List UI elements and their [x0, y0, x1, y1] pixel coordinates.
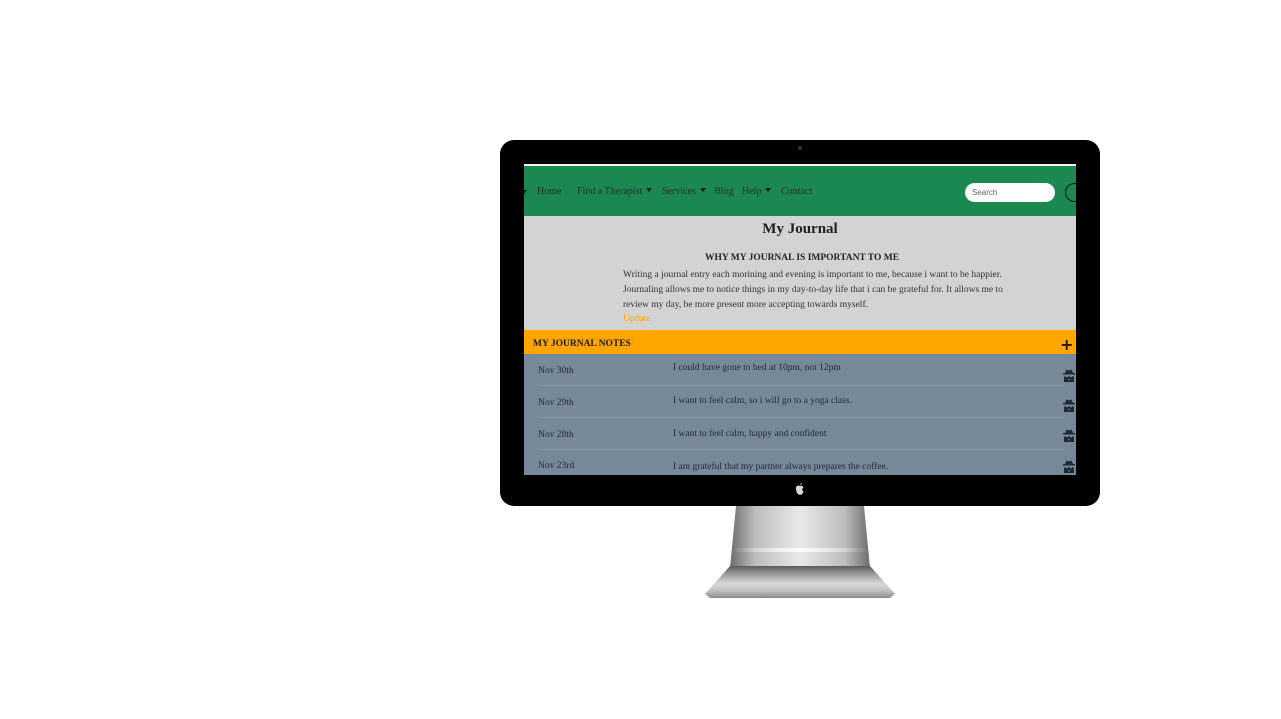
- imac-monitor: Home Find a Therapist Services Blog Help…: [500, 140, 1100, 506]
- search-button[interactable]: [1065, 183, 1076, 202]
- note-date: Nov 23rd: [538, 461, 575, 471]
- note-text: I am grateful that my partner always pre…: [673, 462, 889, 472]
- spy-icon[interactable]: [1062, 368, 1076, 382]
- nav-item-help[interactable]: Help: [742, 186, 772, 197]
- notes-header: MY JOURNAL NOTES +: [524, 330, 1076, 354]
- spy-icon[interactable]: [1062, 398, 1076, 412]
- update-link[interactable]: Update: [623, 314, 650, 324]
- nav-item-home[interactable]: Home: [537, 186, 561, 197]
- list-item[interactable]: Nov 28th I want to feel calm, happy and …: [538, 418, 1076, 450]
- spy-icon[interactable]: [1062, 459, 1076, 473]
- note-text: I want to feel calm, so i will go to a y…: [673, 396, 852, 406]
- page-title: My Journal: [762, 221, 838, 237]
- add-note-button[interactable]: +: [1060, 337, 1073, 353]
- monitor-stand-neck: [730, 506, 870, 568]
- search-input[interactable]: [965, 183, 1055, 202]
- list-item[interactable]: Nov 23rd I am grateful that my partner a…: [538, 450, 1076, 475]
- chevron-down-icon: [765, 188, 772, 192]
- navbar: Home Find a Therapist Services Blog Help…: [524, 166, 1076, 216]
- why-heading: WHY MY JOURNAL IS IMPORTANT TO ME: [704, 253, 900, 263]
- chevron-down-icon: [699, 188, 706, 192]
- notes-title: MY JOURNAL NOTES: [533, 339, 631, 349]
- screen: Home Find a Therapist Services Blog Help…: [524, 164, 1076, 475]
- monitor-stand-shine: [732, 548, 868, 552]
- notes-list: Nov 30th I could have gone to bed at 10p…: [524, 354, 1076, 475]
- spy-icon[interactable]: [1062, 428, 1076, 442]
- why-text: Writing a journal entry each morining an…: [623, 270, 1003, 310]
- list-item[interactable]: Nov 29th I want to feel calm, so i will …: [538, 386, 1076, 418]
- list-item[interactable]: Nov 30th I could have gone to bed at 10p…: [538, 354, 1076, 386]
- camera-dot: [798, 146, 802, 150]
- chevron-down-icon: [646, 188, 653, 192]
- nav-item-services[interactable]: Services: [662, 186, 706, 197]
- note-text: I want to feel calm, happy and confident: [673, 429, 827, 439]
- note-text: I could have gone to bed at 10pm, not 12…: [673, 363, 841, 373]
- note-date: Nov 30th: [538, 366, 574, 376]
- note-date: Nov 28th: [538, 430, 574, 440]
- nav-item-contact[interactable]: Contact: [781, 186, 812, 197]
- nav-item-find-a-therapist[interactable]: Find a Therapist: [577, 186, 653, 197]
- nav-item-blog[interactable]: Blog: [714, 186, 733, 197]
- note-date: Nov 29th: [538, 398, 574, 408]
- apple-logo-icon: [795, 483, 804, 495]
- monitor-stand-base: [705, 566, 895, 598]
- nav-caret-left-icon: [524, 190, 527, 194]
